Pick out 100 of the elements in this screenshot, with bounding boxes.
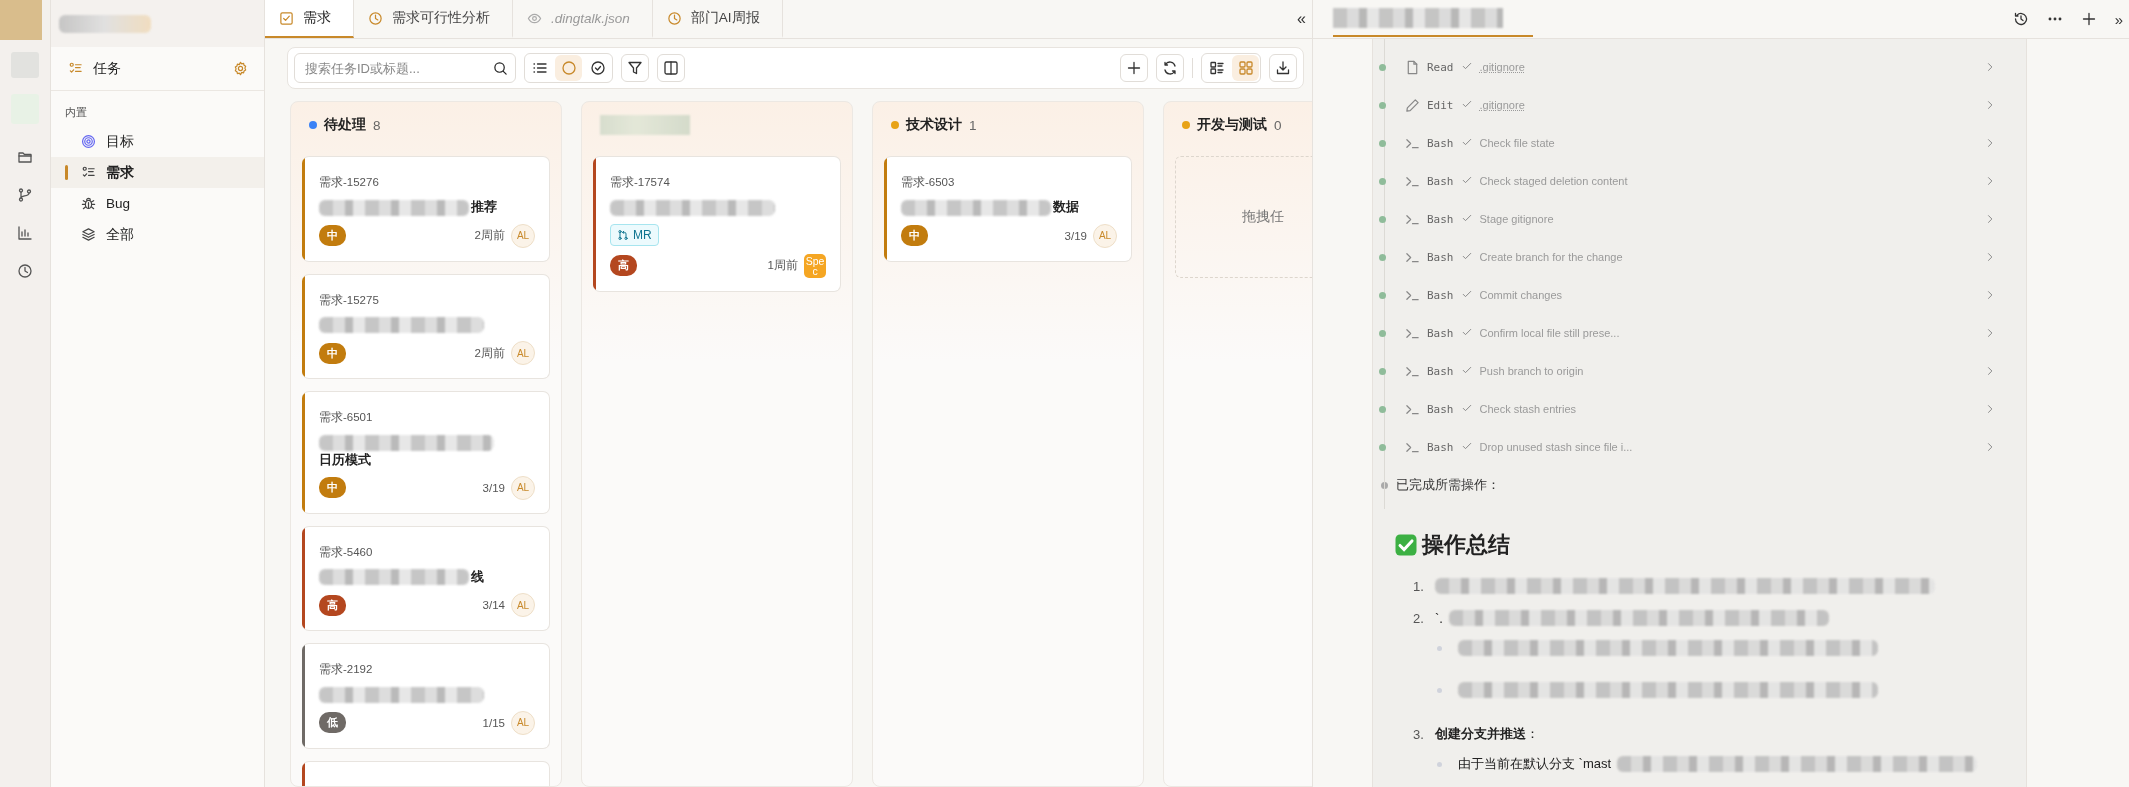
tool-step-row[interactable]: Bash Drop unused stash since file i...: [1373, 428, 2026, 466]
tool-step-row[interactable]: Bash Confirm local file still prese...: [1373, 314, 2026, 352]
refresh-button[interactable]: [1156, 54, 1184, 82]
priority-badge: 中: [319, 225, 346, 247]
task-id: 需求-2192: [319, 662, 374, 678]
list-number: 3.: [1413, 726, 1425, 742]
task-id: 需求-6503: [901, 175, 956, 190]
assignee-avatar[interactable]: AL: [511, 710, 535, 735]
file-path: .gitignore: [1479, 61, 1525, 73]
checkmark-emoji-icon: [1394, 533, 1418, 557]
column-count: 8: [373, 117, 381, 133]
tool-name: Bash: [1427, 212, 1454, 226]
column-layout-button[interactable]: [657, 54, 685, 82]
task-id: 需求-15275: [319, 292, 380, 308]
collapse-button[interactable]: «: [1291, 0, 1312, 38]
tool-step-row[interactable]: Bash Check file state: [1373, 124, 2026, 162]
refresh-icon: [1162, 60, 1178, 76]
step-description: Check stash entries: [1479, 403, 1577, 415]
task-id: 需求-17574: [610, 175, 671, 190]
columns-icon: [663, 60, 679, 76]
checkbox-icon: [279, 10, 294, 26]
tab[interactable]: 需求: [265, 0, 354, 38]
tool-step-row[interactable]: Bash Check staged deletion content: [1373, 162, 2026, 200]
task-title: 日历模式: [319, 450, 371, 468]
drop-hint: 拖拽任: [1242, 208, 1284, 226]
settings-icon: [233, 61, 248, 76]
tool-name: Bash: [1427, 174, 1454, 188]
sidebar-title: 任务: [93, 59, 122, 78]
priority-badge: 中: [319, 342, 346, 364]
tool-step-row[interactable]: Bash Check stash entries: [1373, 390, 2026, 428]
assignee-avatar[interactable]: AL: [511, 593, 535, 618]
tool-name: Bash: [1427, 136, 1454, 150]
pencil-icon: [1405, 97, 1420, 113]
clock-icon: [666, 10, 682, 26]
step-description: Check staged deletion content: [1479, 175, 1628, 187]
expand-button[interactable]: »: [2114, 10, 2123, 28]
task-title: 数据: [1053, 198, 1079, 215]
step-description: Commit changes: [1479, 289, 1563, 301]
sidebar-item[interactable]: 需求: [51, 157, 264, 188]
tool-name: Bash: [1427, 288, 1454, 302]
tool-step-row[interactable]: Read .gitignore: [1373, 48, 2026, 86]
task-title: 线: [471, 567, 484, 585]
summary-heading: 操作总结: [1422, 531, 1510, 559]
filter-button[interactable]: [621, 54, 649, 82]
check-icon: [1460, 60, 1473, 72]
task-card[interactable]: 需求-2192 低 1/15 AL: [302, 643, 550, 749]
bullet-icon: [1437, 761, 1442, 767]
step-description: Stage gitignore: [1479, 213, 1554, 225]
task-card[interactable]: 需求-5460 线 高 3/14 AL: [302, 525, 550, 632]
updated-time: 3/19: [1064, 229, 1087, 242]
add-button[interactable]: [1120, 54, 1148, 82]
status-dot: [1379, 367, 1386, 375]
updated-time: 1周前: [767, 258, 798, 274]
check-icon: [1460, 136, 1473, 148]
sidebar-item[interactable]: 全部: [51, 219, 264, 250]
assignee-avatar[interactable]: AL: [511, 223, 535, 248]
status-dot: [1379, 139, 1386, 147]
merge-request-tag[interactable]: MR: [610, 223, 659, 246]
tool-step-row[interactable]: Bash Stage gitignore: [1373, 200, 2026, 238]
status-dot: [1379, 253, 1386, 261]
status-dot: [1379, 63, 1386, 71]
column-title: 技术设计: [906, 116, 962, 134]
assignee-avatar[interactable]: AL: [511, 475, 535, 500]
tab[interactable]: .dingtalk.json: [513, 0, 653, 38]
tool-name: Bash: [1427, 402, 1454, 416]
updated-time: 2周前: [474, 228, 505, 244]
task-card[interactable]: 需求-15276 推荐 中 2周前 AL: [302, 156, 550, 262]
target-icon: [81, 134, 96, 149]
bullet-icon: [1437, 687, 1442, 693]
assignee-avatar[interactable]: AL: [1093, 223, 1117, 248]
step-description: Confirm local file still prese...: [1479, 327, 1620, 339]
tool-name: Bash: [1427, 440, 1454, 454]
search-field[interactable]: 搜索任务ID或标题...: [294, 53, 516, 83]
new-chat-button[interactable]: [2080, 11, 2097, 27]
task-id: 需求-6501: [319, 410, 374, 426]
task-id: 需求-15276: [319, 175, 380, 190]
clock-icon: [17, 263, 33, 279]
tool-step-row[interactable]: Bash Create branch for the change: [1373, 238, 2026, 276]
sidebar-item[interactable]: 目标: [51, 126, 264, 157]
priority-badge: 高: [610, 255, 637, 277]
tab[interactable]: 需求可行性分析: [354, 0, 513, 38]
column-count: 1: [969, 117, 977, 133]
task-card[interactable]: 需求-15275 中 2周前 AL: [302, 273, 550, 380]
priority-badge: 低: [319, 712, 346, 734]
task-card[interactable]: 需求-6501 日历模式 中 3/19 AL: [302, 391, 550, 514]
tab[interactable]: 部门AI周报: [652, 0, 783, 38]
priority-badge: 中: [319, 477, 346, 499]
tool-step-row[interactable]: Bash Commit changes: [1373, 276, 2026, 314]
settings-button[interactable]: [233, 61, 248, 76]
tool-step-row[interactable]: Edit .gitignore: [1373, 86, 2026, 124]
sidebar-item[interactable]: Bug: [51, 188, 264, 219]
check-icon: [1460, 288, 1473, 300]
task-card[interactable]: 需求-6503 数据 中 3/19 AL: [884, 156, 1132, 262]
assignee-avatar[interactable]: AL: [511, 341, 535, 366]
download-button[interactable]: [1269, 54, 1297, 82]
history-button[interactable]: [2012, 11, 2029, 27]
priority-badge: 高: [319, 594, 346, 616]
tool-step-row[interactable]: Bash Push branch to origin: [1373, 352, 2026, 390]
merge-request-icon: [617, 228, 629, 241]
updated-time: 3/14: [482, 599, 505, 612]
